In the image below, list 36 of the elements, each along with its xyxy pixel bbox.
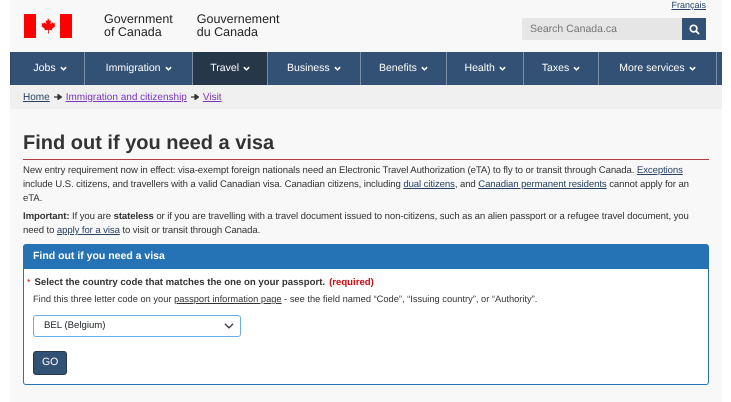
text-link[interactable]: Exceptions — [636, 165, 683, 176]
country-select[interactable]: BEL (Belgium) — [33, 315, 241, 338]
panel-title: Find out if you need a visa — [24, 245, 708, 269]
chevron-icon — [498, 66, 506, 71]
chevron-icon — [573, 66, 580, 71]
arrow-icon — [190, 94, 199, 100]
text-link[interactable]: dual citizens — [403, 179, 455, 190]
go-button[interactable]: GO — [33, 351, 68, 375]
search-icon — [688, 24, 700, 34]
field-label: Select the country code that matches the one on your passport. — [34, 276, 326, 290]
field-help-text: Find this three letter code on your passport information page - see the field named “Code”, “Issuing country”, or “Authority”. — [33, 293, 538, 306]
required-label: (required) — [329, 276, 374, 290]
breadcrumb-link[interactable]: Visit — [202, 90, 222, 104]
chevron-icon — [688, 66, 696, 71]
breadcrumb-link[interactable]: Immigration and citizenship — [66, 90, 187, 104]
arrow-icon — [54, 94, 62, 100]
text-link[interactable]: apply for a visa — [56, 225, 120, 236]
language-link[interactable]: Français — [671, 0, 706, 10]
chevron-icon — [243, 66, 250, 71]
chevron-icon — [420, 66, 428, 71]
chevron-icon — [164, 66, 172, 71]
page-title: Find out if you need a visa — [23, 131, 709, 160]
menu-tab[interactable]: Travel — [193, 52, 268, 85]
canada-flag-icon — [24, 14, 72, 38]
search-field[interactable]: Search Canada.ca — [522, 18, 682, 40]
text-link[interactable]: passport information page — [174, 294, 282, 304]
breadcrumb-link[interactable]: Home — [23, 90, 50, 104]
paragraph: New entry requirement now in effect: visa-exempt foreign nationals need an Electronic Travel Authorization (eTA) to fly to or transit through Canada. Exceptions include U.S. citizens, and travellers with a valid Canadian visa. Canadian citizens, including dual citizens, and Canadian permanent residents cannot apply for an eTA. — [23, 164, 690, 206]
chevron-icon — [334, 66, 341, 71]
government-name: Gouvernement du Canada — [196, 13, 280, 39]
chevron-icon — [60, 66, 67, 71]
government-name: Government of Canada — [104, 13, 173, 39]
text-link[interactable]: Canadian permanent residents — [478, 179, 607, 190]
paragraph: Important: If you are stateless or if you are travelling with a travel document issued to non-citizens, such as an alien passport or a refugee travel document, you need to apply for a visa to visit or transit through Canada. — [23, 210, 690, 238]
required-mark: * — [27, 276, 31, 289]
search-button[interactable] — [682, 18, 706, 40]
